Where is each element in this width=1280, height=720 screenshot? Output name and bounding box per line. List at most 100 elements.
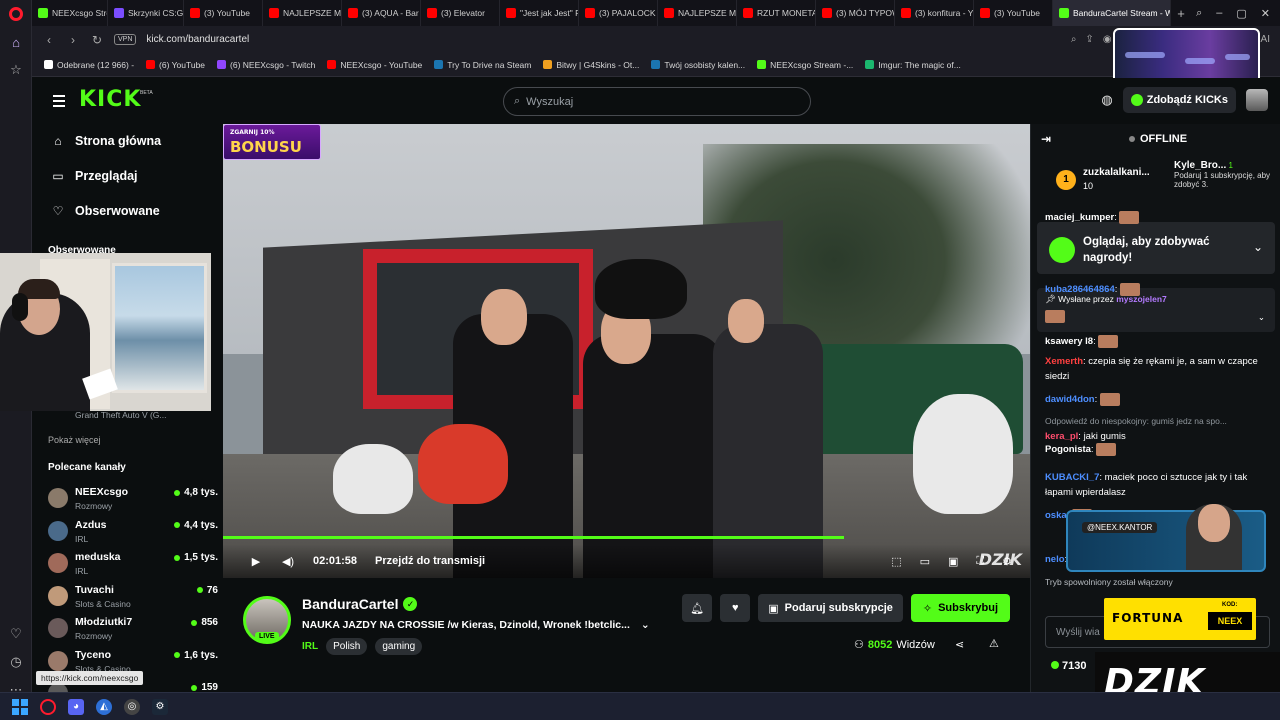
- bookmark-item[interactable]: Bitwy | G4Skins - Ot...: [543, 60, 639, 70]
- url-field[interactable]: kick.com/banduracartel: [146, 34, 249, 45]
- browser-tab[interactable]: NEEXcsgo Stre: [32, 0, 108, 26]
- follow-button[interactable]: ♥: [720, 594, 751, 622]
- chat-username[interactable]: Pogonista: [1045, 444, 1091, 455]
- discord-icon[interactable]: ◕: [68, 698, 84, 715]
- rewards-icon[interactable]: ◍: [1101, 92, 1112, 108]
- sidebar-channel[interactable]: Azdus IRL 4,4 tys.: [48, 517, 218, 547]
- notification-bell-button[interactable]: 🔔︎: [682, 594, 713, 622]
- minimize-icon[interactable]: –: [1216, 7, 1222, 20]
- ai-button[interactable]: AI: [1261, 34, 1270, 45]
- chevron-down-icon[interactable]: ⌄: [641, 619, 650, 631]
- browser-tab[interactable]: (3) konfitura - Y: [895, 0, 974, 26]
- collapse-chat-icon[interactable]: ⇥: [1041, 132, 1051, 146]
- star-icon[interactable]: ☆: [0, 56, 32, 84]
- forward-icon[interactable]: ›: [66, 33, 80, 47]
- new-tab-button[interactable]: +: [1171, 6, 1191, 21]
- browser-tab[interactable]: (3) AQUA - Bar: [342, 0, 421, 26]
- vpn-badge[interactable]: VPN: [114, 34, 137, 45]
- bookmark-item[interactable]: (6) NEEXcsgo - Twitch: [217, 60, 315, 70]
- sidebar-item-following[interactable]: ♡ Obserwowane: [51, 204, 160, 218]
- tag[interactable]: Polish: [326, 638, 368, 655]
- sidebar-item-browse[interactable]: ▭ Przeglądaj: [51, 169, 137, 183]
- stream-category[interactable]: IRL: [302, 641, 318, 652]
- steam-icon[interactable]: ⚙: [152, 698, 168, 715]
- menu-icon[interactable]: [53, 95, 65, 110]
- chat-username[interactable]: kuba286464864: [1045, 284, 1115, 295]
- opera-icon[interactable]: [40, 698, 56, 715]
- heart-icon[interactable]: ♡: [0, 620, 32, 648]
- browser-tab[interactable]: NAJLEPSZE MO: [658, 0, 737, 26]
- kick-logo[interactable]: KICK: [79, 87, 141, 112]
- chat-username[interactable]: kera_pl: [1045, 431, 1078, 442]
- live-dot-icon: [174, 522, 181, 528]
- browser-tab[interactable]: Skrzynki CS:GO: [108, 0, 184, 26]
- chat-username[interactable]: oska: [1045, 510, 1067, 521]
- bookmark-item[interactable]: NEEXcsgo - YouTube: [327, 60, 422, 70]
- browser-tab[interactable]: NAJLEPSZE MO: [263, 0, 342, 26]
- browser-tab[interactable]: RZUT MONETA: [737, 0, 816, 26]
- chevron-down-icon[interactable]: ⌄: [1253, 240, 1263, 254]
- search-input[interactable]: ⌕ Wyszukaj: [503, 87, 811, 116]
- video-player[interactable]: ZGARNIJ 10% BONUSU ▶ ◀) 02:01:58 Przejdź…: [223, 124, 1030, 578]
- browser-tab[interactable]: (3) YouTube: [974, 0, 1053, 26]
- go-live-button[interactable]: Przejdź do transmisji: [375, 555, 485, 567]
- browser-tab[interactable]: (3) PAJALOCK 2: [579, 0, 658, 26]
- subscribe-button[interactable]: ✧ Subskrybuj: [910, 594, 1010, 622]
- play-icon[interactable]: ▶: [249, 555, 263, 568]
- sidebar-channel[interactable]: meduska IRL 1,5 tys.: [48, 549, 218, 579]
- bookmark-item[interactable]: Try To Drive na Steam: [434, 60, 531, 70]
- chat-username[interactable]: nelo: [1045, 554, 1065, 565]
- search-icon[interactable]: ⌕: [1071, 34, 1077, 45]
- volume-icon[interactable]: ◀): [281, 555, 295, 568]
- share-icon[interactable]: ⋖: [955, 638, 964, 651]
- channel-viewers: 1,5 tys.: [174, 552, 218, 563]
- browser-tab[interactable]: (3) YouTube: [184, 0, 263, 26]
- sidebar-item-home[interactable]: ⌂ Strona główna: [51, 134, 161, 148]
- bookmark-item[interactable]: Twój osobisty kalen...: [651, 60, 745, 70]
- windows-start-icon[interactable]: [12, 698, 28, 715]
- clip-icon[interactable]: ⬚: [891, 555, 901, 568]
- sidebar-channel[interactable]: Młodziutki7 Rozmowy 856: [48, 614, 218, 644]
- bookmark-item[interactable]: Odebrane (12 966) -: [44, 60, 134, 70]
- tag[interactable]: gaming: [375, 638, 423, 655]
- get-kicks-button[interactable]: Zdobądź KICKs: [1122, 87, 1236, 113]
- gift-leader[interactable]: Kyle_Bro... 1 Podaruj 1 subskrypcję, aby…: [1174, 160, 1274, 204]
- bookmark-item[interactable]: (6) YouTube: [146, 60, 205, 70]
- leader-name[interactable]: zuzkalalkani...: [1083, 167, 1150, 178]
- back-icon[interactable]: ‹: [42, 33, 56, 47]
- opera-menu-button[interactable]: [0, 0, 32, 28]
- sidebar-channel[interactable]: NEEXcsgo Rozmowy 4,8 tys.: [48, 484, 218, 514]
- avatar[interactable]: [1246, 89, 1268, 111]
- chat-username[interactable]: ksawery l8: [1045, 336, 1093, 347]
- chat-username[interactable]: maciej_kumper: [1045, 212, 1114, 223]
- video-progress-bar[interactable]: [223, 536, 845, 539]
- theatre-icon[interactable]: ▭: [920, 555, 930, 568]
- rewards-banner[interactable]: Oglądaj, aby zdobywać nagrody! ⌄: [1037, 222, 1275, 274]
- search-tabs-icon[interactable]: ⌕: [1196, 7, 1202, 20]
- browser-tab[interactable]: "Jest jak Jest" P: [500, 0, 579, 26]
- chevron-down-icon[interactable]: ⌄: [1258, 312, 1265, 323]
- bookmark-item[interactable]: Imgur: The magic of...: [865, 60, 961, 70]
- bookmark-item[interactable]: NEEXcsgo Stream -...: [757, 60, 853, 70]
- share-icon[interactable]: ⇪: [1085, 34, 1093, 45]
- app-icon[interactable]: ◭: [96, 698, 112, 715]
- maximize-icon[interactable]: ▢: [1236, 7, 1246, 20]
- browser-tab[interactable]: (3) MÓJ TYPOW: [816, 0, 895, 26]
- close-icon[interactable]: ✕: [1261, 7, 1270, 20]
- report-icon[interactable]: ⚠: [989, 637, 999, 650]
- camera-icon[interactable]: ◉: [1103, 34, 1112, 45]
- workspace-home-icon[interactable]: ⌂: [0, 28, 32, 56]
- chat-username[interactable]: KUBACKI_7: [1045, 472, 1099, 483]
- reload-icon[interactable]: ↻: [90, 33, 104, 47]
- pip-icon[interactable]: ▣: [948, 555, 958, 568]
- browser-tab[interactable]: BanduraCartel Stream - W: [1053, 0, 1171, 26]
- sidebar-channel[interactable]: Tuvachi Slots & Casino 76: [48, 582, 218, 612]
- channel-name[interactable]: BanduraCartel ✓: [302, 596, 418, 612]
- chat-username[interactable]: Xemerth: [1045, 356, 1083, 367]
- obs-icon[interactable]: ◎: [124, 698, 140, 715]
- show-more-link[interactable]: Pokaż więcej: [48, 435, 101, 445]
- history-icon[interactable]: ◷: [0, 648, 32, 676]
- browser-tab[interactable]: (3) Elevator: [421, 0, 500, 26]
- gift-sub-button[interactable]: ▣ Podaruj subskrypcje: [758, 594, 903, 622]
- chat-username[interactable]: dawid4don: [1045, 394, 1095, 405]
